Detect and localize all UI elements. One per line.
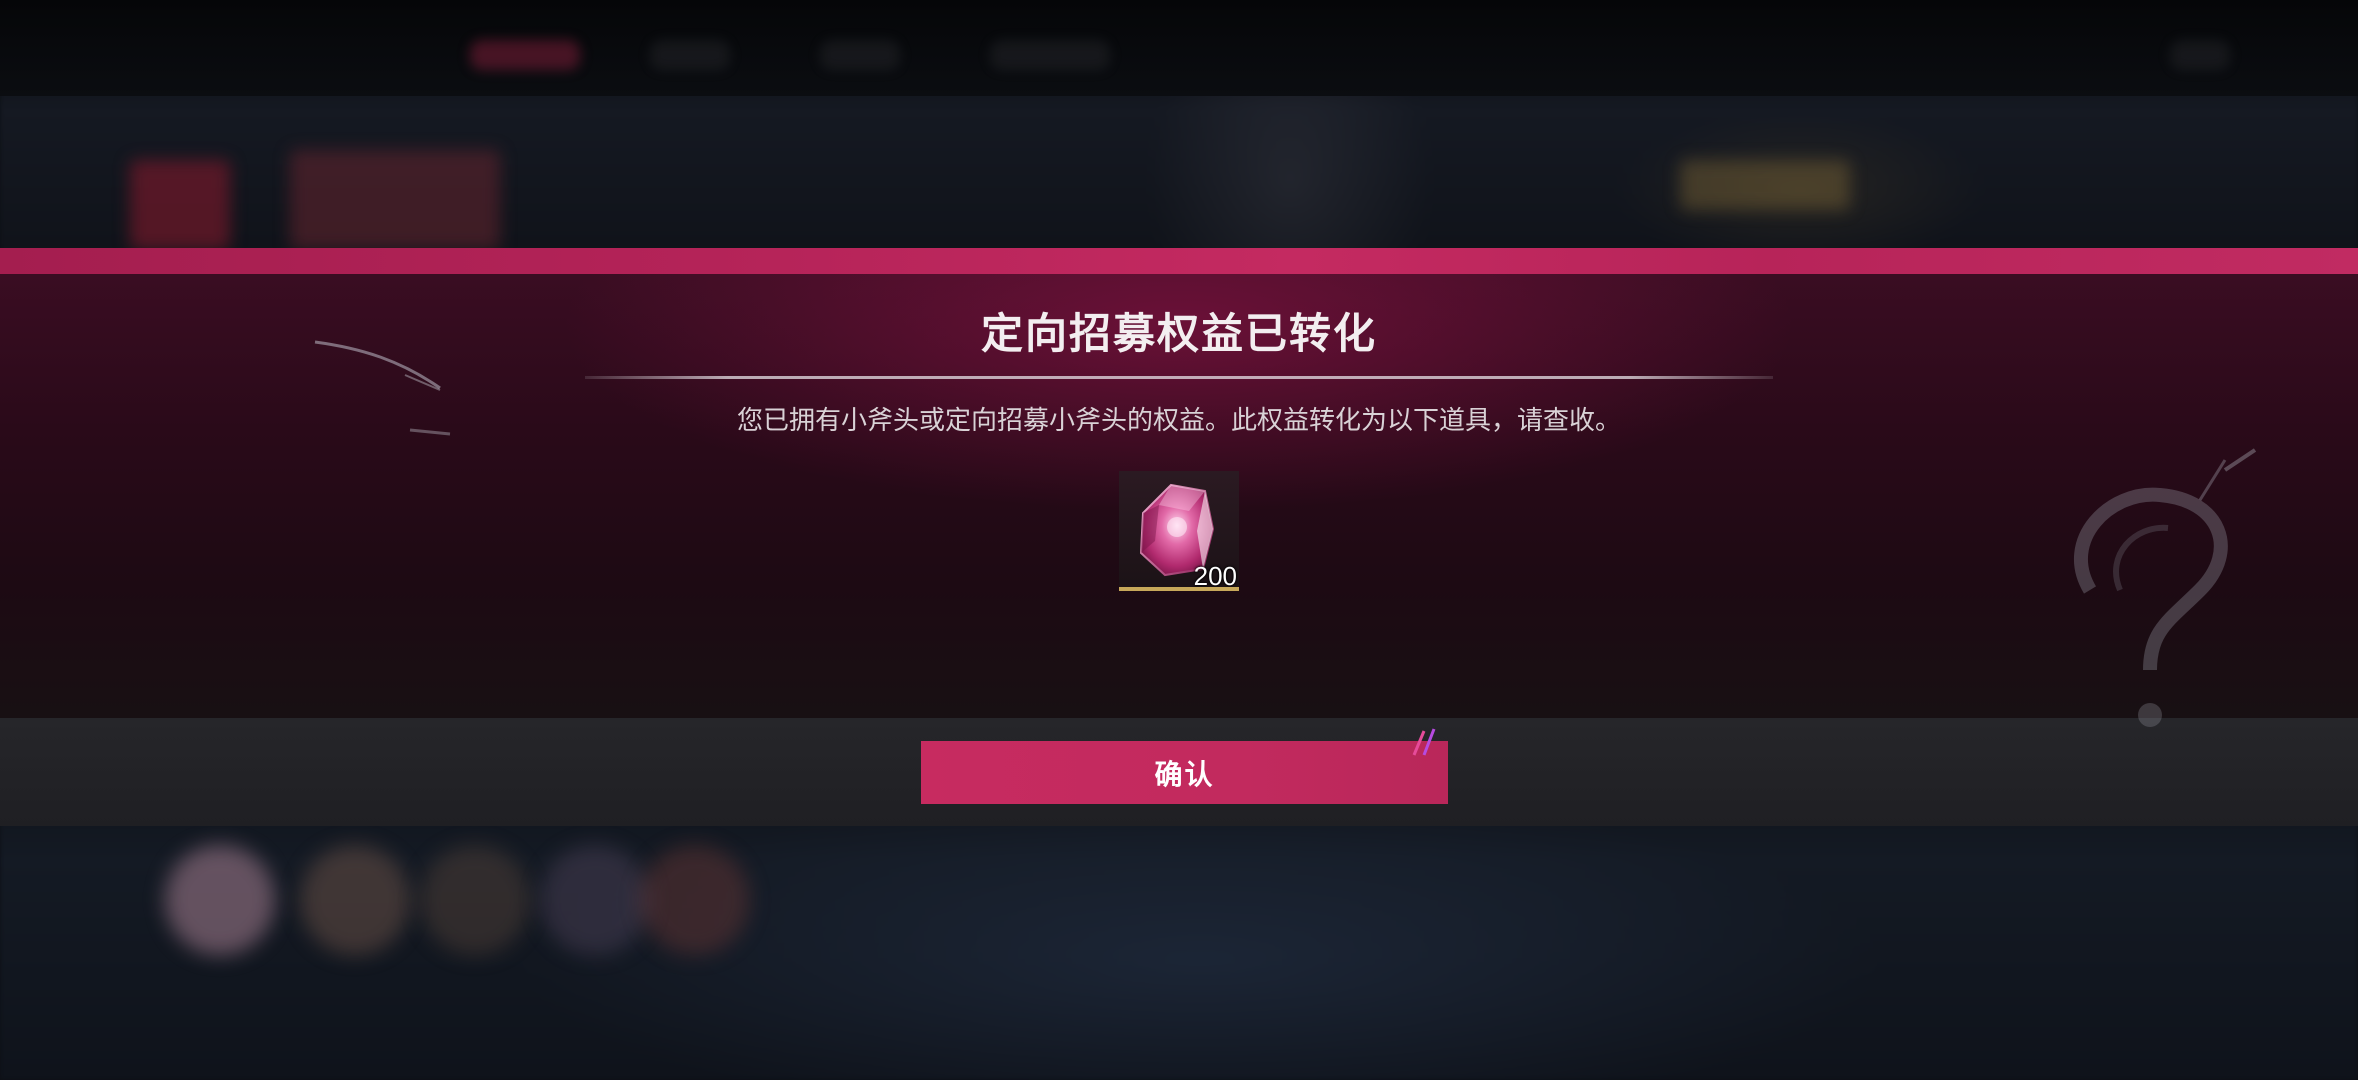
background-card [290, 150, 500, 250]
background-avatar [300, 845, 410, 955]
reward-rarity-bar [1119, 587, 1239, 591]
background-top-bar [0, 0, 2358, 96]
slash-decoration-icon [1412, 728, 1436, 756]
background-tab-blur [2170, 40, 2230, 70]
background-avatar [420, 845, 530, 955]
background-tab-blur [990, 40, 1110, 70]
background-tab-blur [650, 40, 730, 70]
background-tab-blur [470, 40, 580, 70]
background-avatar [640, 845, 750, 955]
background-avatar [165, 845, 275, 955]
background-avatar [540, 845, 650, 955]
background-card [1680, 160, 1850, 210]
reward-item[interactable]: 200 [1119, 471, 1239, 591]
confirm-label: 确认 [1154, 757, 1215, 791]
title-divider [585, 376, 1773, 379]
background-card [130, 160, 230, 250]
dialog-message: 您已拥有小斧头或定向招募小斧头的权益。此权益转化为以下道具，请查收。 [736, 406, 1621, 436]
confirm-button[interactable]: 确认 [921, 728, 1448, 804]
dialog-title: 定向招募权益已转化 [980, 309, 1377, 358]
dialog-accent-strip [0, 248, 2358, 274]
background-tab-blur [820, 40, 900, 70]
